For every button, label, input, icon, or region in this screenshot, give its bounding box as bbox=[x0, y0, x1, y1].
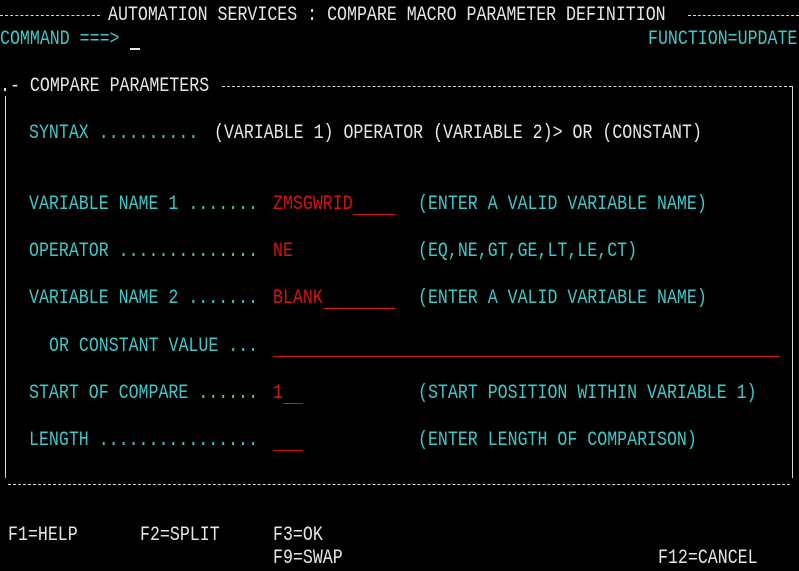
panel-bottom-border bbox=[8, 484, 790, 485]
variable-name-1-label: VARIABLE NAME 1 ....... bbox=[29, 191, 259, 216]
variable-name-2-value: BLANK bbox=[273, 285, 323, 310]
operator-value: NE bbox=[273, 238, 293, 263]
operator-input[interactable]: NE bbox=[273, 238, 293, 263]
command-label: COMMAND ===> bbox=[0, 26, 120, 51]
length-hint: (ENTER LENGTH OF COMPARISON) bbox=[418, 427, 697, 452]
variable-name-2-label: VARIABLE NAME 2 ....... bbox=[29, 285, 259, 310]
panel-corner-tl: . bbox=[0, 73, 10, 98]
function-mode: FUNCTION=UPDATE bbox=[648, 26, 798, 51]
syntax-value: (VARIABLE 1) OPERATOR (VARIABLE 2)> OR (… bbox=[214, 120, 702, 145]
panel-left-border bbox=[5, 96, 6, 478]
variable-name-1-input[interactable]: ZMSGWRID bbox=[273, 191, 395, 216]
title-dashes-left bbox=[0, 15, 100, 16]
variable-name-1-hint: (ENTER A VALID VARIABLE NAME) bbox=[418, 191, 707, 216]
constant-value-label: OR CONSTANT VALUE ... bbox=[49, 333, 259, 358]
field-underline bbox=[323, 308, 395, 309]
operator-hint: (EQ,NE,GT,GE,LT,LE,CT) bbox=[418, 238, 638, 263]
f2-split-key[interactable]: F2=SPLIT bbox=[140, 523, 220, 548]
panel-top-border bbox=[222, 86, 792, 87]
field-underline bbox=[283, 403, 303, 404]
f9-swap-key[interactable]: F9=SWAP bbox=[273, 546, 343, 571]
variable-name-1-value: ZMSGWRID bbox=[273, 191, 353, 216]
command-cursor bbox=[130, 48, 140, 50]
length-input[interactable] bbox=[273, 430, 303, 451]
f12-cancel-key[interactable]: F12=CANCEL bbox=[658, 546, 758, 571]
start-of-compare-input[interactable]: 1 bbox=[273, 380, 303, 405]
start-of-compare-hint: (START POSITION WITHIN VARIABLE 1) bbox=[418, 380, 757, 405]
field-underline bbox=[353, 214, 395, 215]
start-of-compare-value: 1 bbox=[273, 380, 283, 405]
f3-ok-key[interactable]: F3=OK bbox=[273, 523, 323, 548]
variable-name-2-input[interactable]: BLANK bbox=[273, 285, 395, 310]
screen-title: AUTOMATION SERVICES : COMPARE MACRO PARA… bbox=[108, 2, 666, 27]
length-label: LENGTH ................ bbox=[29, 427, 259, 452]
panel-right-border bbox=[792, 86, 793, 478]
syntax-label: SYNTAX .......... bbox=[29, 120, 199, 145]
panel-title: - COMPARE PARAMETERS bbox=[10, 73, 210, 98]
variable-name-2-hint: (ENTER A VALID VARIABLE NAME) bbox=[418, 285, 707, 310]
command-input[interactable] bbox=[130, 27, 630, 52]
f1-help-key[interactable]: F1=HELP bbox=[8, 523, 78, 548]
constant-value-input[interactable] bbox=[273, 336, 780, 357]
start-of-compare-label: START OF COMPARE ...... bbox=[29, 380, 259, 405]
title-dashes-right bbox=[688, 15, 799, 16]
operator-label: OPERATOR .............. bbox=[29, 238, 259, 263]
